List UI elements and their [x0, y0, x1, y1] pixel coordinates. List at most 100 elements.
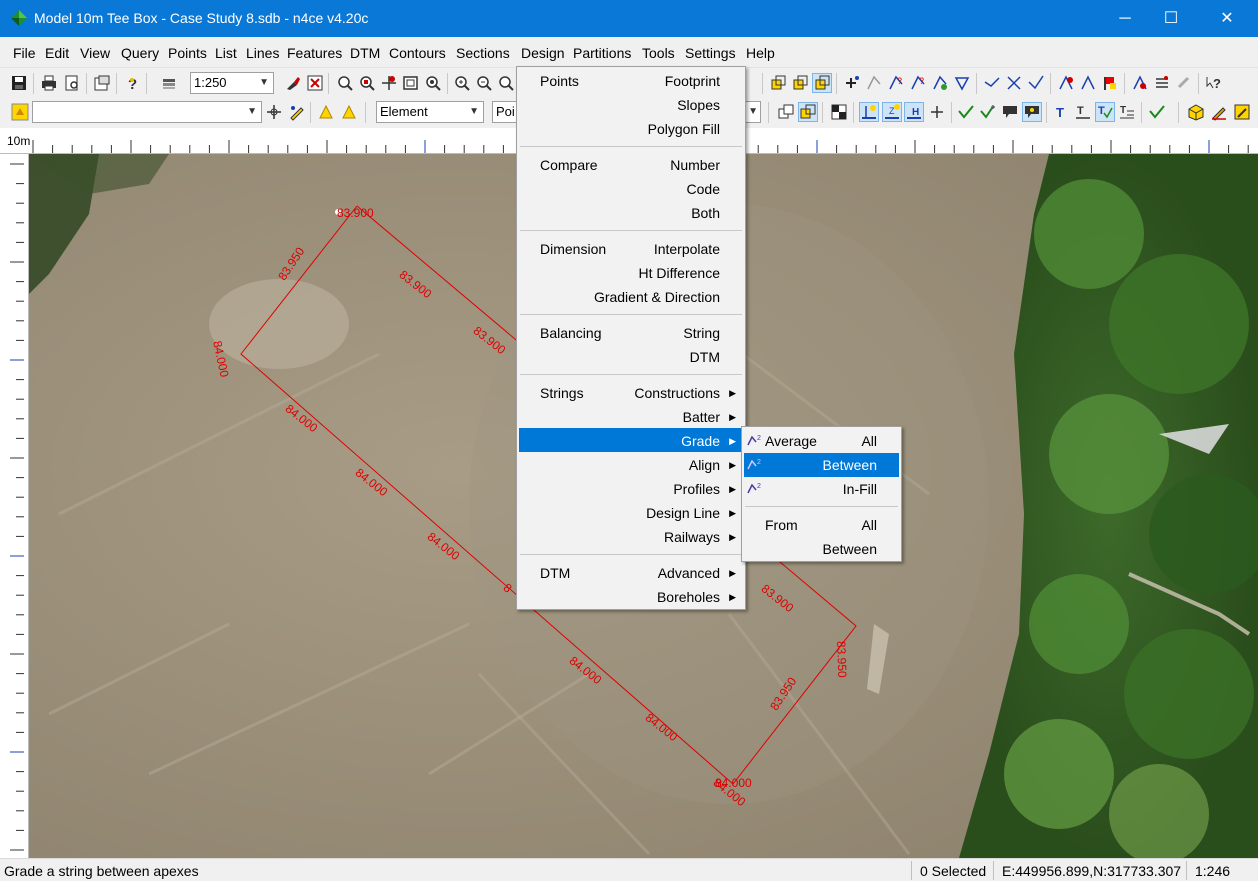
menu-settings[interactable]: Settings [685, 45, 736, 61]
string-shape-icon[interactable] [953, 74, 971, 92]
zoom-previous-icon[interactable] [424, 74, 442, 92]
menu-item-grade-average-all[interactable]: All [861, 433, 877, 449]
menu-item-dtm-balancing[interactable]: DTM [690, 349, 720, 365]
zoom-all-icon[interactable] [336, 74, 354, 92]
boxes-icon[interactable] [777, 103, 795, 121]
pencil-tag-icon[interactable] [288, 103, 306, 121]
pan-icon[interactable] [380, 74, 398, 92]
menu-list[interactable]: List [215, 45, 237, 61]
traverse-icon[interactable] [1079, 74, 1097, 92]
check-line-icon[interactable] [957, 103, 975, 121]
comment-active-icon[interactable] [1022, 102, 1042, 122]
adjust-icon[interactable] [1153, 74, 1171, 92]
menu-points[interactable]: Points [168, 45, 207, 61]
menu-query[interactable]: Query [121, 45, 159, 61]
menu-item-interpolate[interactable]: Interpolate [654, 241, 720, 257]
menu-file[interactable]: File [13, 45, 36, 61]
point-select[interactable]: Poi [492, 101, 518, 123]
menu-lines[interactable]: Lines [246, 45, 279, 61]
pencil-icon[interactable] [1210, 103, 1228, 121]
link-icon[interactable] [1175, 74, 1193, 92]
point-select-dropdown[interactable]: ▼ [745, 101, 761, 123]
layer-colour-icon[interactable] [10, 102, 30, 122]
save-icon[interactable] [10, 74, 28, 92]
triangle-icon[interactable] [317, 103, 335, 121]
context-help-icon[interactable]: ? [1205, 74, 1223, 92]
maximize-button[interactable]: ☐ [1148, 0, 1194, 37]
check-plus-icon[interactable] [979, 103, 997, 121]
help-icon[interactable]: ? [123, 74, 141, 92]
layer-select[interactable]: ▼ [32, 101, 262, 123]
menu-item-gradient-direction[interactable]: Gradient & Direction [594, 289, 720, 305]
menu-item-code[interactable]: Code [687, 181, 720, 197]
menu-design[interactable]: Design [521, 45, 565, 61]
string-cross-icon[interactable] [1005, 74, 1023, 92]
string-point-grey-icon[interactable] [865, 74, 883, 92]
print-icon[interactable] [40, 74, 58, 92]
print-preview-icon[interactable] [63, 74, 81, 92]
string-join-icon[interactable] [931, 74, 949, 92]
scale-select[interactable]: 1:250 ▼ [190, 72, 274, 94]
flag-icon[interactable] [1101, 74, 1119, 92]
string-check-icon[interactable] [1027, 74, 1045, 92]
menu-item-number[interactable]: Number [670, 157, 720, 173]
triangle-alt-icon[interactable] [340, 103, 358, 121]
menu-edit[interactable]: Edit [45, 45, 69, 61]
brush-icon[interactable] [284, 74, 302, 92]
level-z2-icon[interactable]: Z [882, 102, 902, 122]
text-underline-icon[interactable]: T [1074, 103, 1092, 121]
zoom-in-icon[interactable] [453, 74, 471, 92]
menu-item-align[interactable]: Align [689, 457, 720, 473]
string-break-icon[interactable] [983, 74, 1001, 92]
plus-icon[interactable] [928, 103, 946, 121]
level-z-icon[interactable] [859, 102, 879, 122]
cube-move-icon[interactable] [791, 74, 809, 92]
pencil-edit-icon[interactable] [1233, 103, 1251, 121]
checker-icon[interactable] [830, 103, 848, 121]
station-icon[interactable] [1057, 74, 1075, 92]
layers-icon[interactable] [160, 74, 178, 92]
menu-item-grade-average[interactable]: Average [765, 433, 817, 449]
zoom-extents-icon[interactable] [402, 74, 420, 92]
menu-item-railways[interactable]: Railways [664, 529, 720, 545]
menu-item-string[interactable]: String [683, 325, 720, 341]
validate-icon[interactable] [1148, 103, 1166, 121]
text-list-icon[interactable]: T [1118, 103, 1136, 121]
menu-item-advanced[interactable]: Advanced [658, 565, 720, 581]
menu-sections[interactable]: Sections [456, 45, 510, 61]
menu-item-grade-infill[interactable]: In-Fill [843, 481, 877, 497]
menu-item-grade-between[interactable]: Between [823, 457, 877, 473]
menu-dtm[interactable]: DTM [350, 45, 380, 61]
menu-tools[interactable]: Tools [642, 45, 675, 61]
cube-select-icon[interactable] [769, 74, 787, 92]
menu-item-slopes[interactable]: Slopes [677, 97, 720, 113]
menu-features[interactable]: Features [287, 45, 342, 61]
cube-3d-icon[interactable] [1187, 103, 1205, 121]
text-icon[interactable]: T [1052, 103, 1070, 121]
add-point-icon[interactable] [843, 74, 861, 92]
properties-icon[interactable] [93, 74, 111, 92]
close-button[interactable]: ✕ [1204, 0, 1250, 37]
menu-item-profiles[interactable]: Profiles [673, 481, 720, 497]
boxes-active-icon[interactable] [798, 102, 818, 122]
zoom-out-icon[interactable] [475, 74, 493, 92]
menu-item-from-between[interactable]: Between [823, 541, 877, 557]
string-query-icon[interactable]: ? [887, 74, 905, 92]
level-h-icon[interactable]: H [904, 102, 924, 122]
menu-item-batter[interactable]: Batter [683, 409, 720, 425]
minimize-button[interactable]: ─ [1102, 0, 1148, 37]
zoom-window-icon[interactable] [358, 74, 376, 92]
element-select[interactable]: Element ▼ [376, 101, 484, 123]
menu-item-ht-difference[interactable]: Ht Difference [639, 265, 720, 281]
menu-item-design-line[interactable]: Design Line [646, 505, 720, 521]
menu-item-both[interactable]: Both [691, 205, 720, 221]
menu-item-boreholes[interactable]: Boreholes [657, 589, 720, 605]
menu-item-footprint[interactable]: Footprint [665, 73, 720, 89]
menu-item-from-all[interactable]: All [861, 517, 877, 533]
menu-item-constructions[interactable]: Constructions [634, 385, 720, 401]
text-check-icon[interactable]: T [1095, 102, 1115, 122]
menu-item-polygon-fill[interactable]: Polygon Fill [648, 121, 720, 137]
zoom-icon[interactable] [497, 74, 515, 92]
menu-partitions[interactable]: Partitions [573, 45, 631, 61]
cube-active-icon[interactable] [812, 73, 832, 93]
